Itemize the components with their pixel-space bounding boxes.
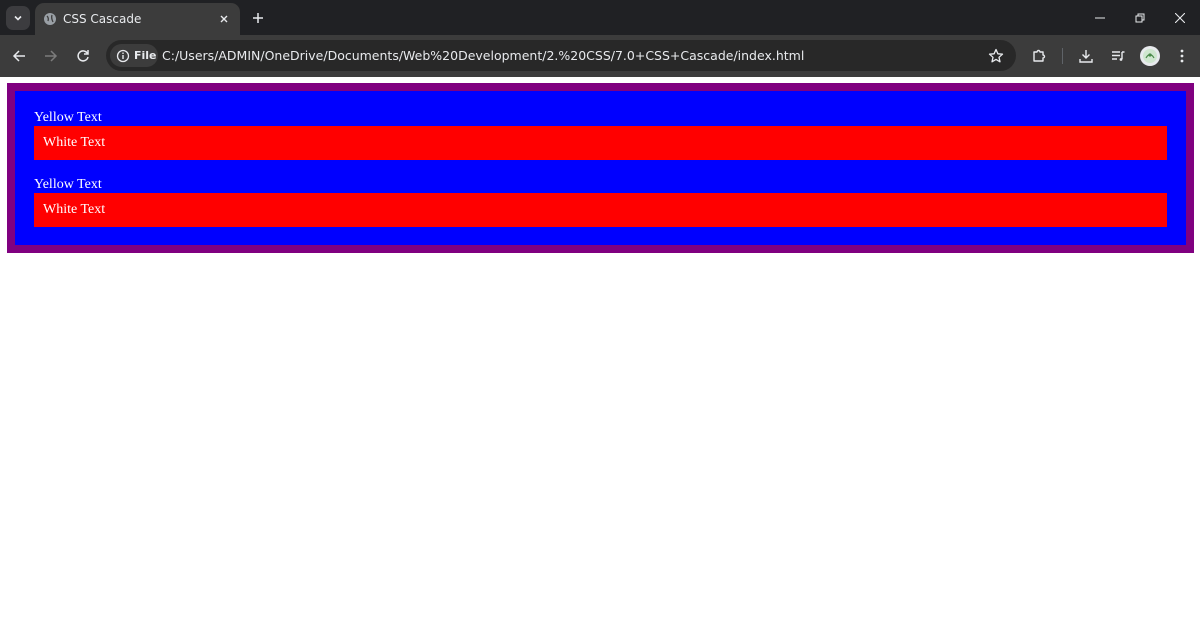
avatar-icon [1143,49,1157,63]
back-button[interactable] [9,46,29,66]
arrow-right-icon [45,50,58,62]
menu-button[interactable] [1172,46,1192,66]
browser-toolbar: File C:/Users/ADMIN/OneDrive/Documents/W… [0,35,1200,77]
puzzle-icon [1033,49,1046,62]
tab-search-button[interactable] [6,6,30,30]
playlist-icon [1112,51,1125,61]
address-bar[interactable]: File C:/Users/ADMIN/OneDrive/Documents/W… [106,40,1016,71]
yellow-text-label-2: Yellow Text [34,177,102,192]
site-info-chip[interactable]: File [110,44,158,67]
extensions-button[interactable] [1029,46,1049,66]
tab-title: CSS Cascade [63,12,142,26]
plus-icon [253,13,263,23]
globe-icon [43,12,57,26]
white-text-2: White Text [43,202,106,217]
white-text-1: White Text [43,135,106,150]
close-icon [1175,13,1185,23]
arrow-left-icon [12,50,25,62]
new-tab-button[interactable] [249,9,267,27]
profile-avatar[interactable] [1140,46,1160,66]
bookmark-button[interactable] [986,46,1006,66]
forward-button[interactable] [41,46,61,66]
kebab-menu-icon [1180,49,1184,63]
close-tab-icon[interactable] [216,11,232,27]
reload-button[interactable] [73,46,93,66]
minimize-icon [1095,17,1105,19]
page-viewport: Yellow Text White Text Yellow Text White… [0,77,1200,631]
red-box-1: White Text [34,126,1167,160]
close-window-button[interactable] [1170,8,1190,28]
minimize-button[interactable] [1090,8,1110,28]
downloads-button[interactable] [1076,46,1096,66]
star-icon [988,48,1004,63]
toolbar-divider [1062,48,1063,64]
media-controls-button[interactable] [1108,46,1128,66]
restore-button[interactable] [1130,8,1150,28]
chevron-down-icon [14,15,22,21]
outer-purple-box: Yellow Text White Text Yellow Text White… [7,83,1194,253]
red-box-2: White Text [34,193,1167,227]
reload-icon [77,50,89,62]
url-text[interactable]: C:/Users/ADMIN/OneDrive/Documents/Web%20… [162,48,804,63]
download-icon [1079,50,1093,63]
restore-icon [1135,13,1145,23]
tab-strip: CSS Cascade [0,0,1200,35]
yellow-text-label-1: Yellow Text [34,110,102,125]
tab-active[interactable]: CSS Cascade [35,3,240,35]
site-chip-label: File [134,49,157,62]
browser-chrome: CSS Cascade File C:/Users/ADMIN/OneDrive… [0,0,1200,77]
inner-blue-box: Yellow Text White Text Yellow Text White… [15,91,1186,245]
info-icon [116,49,130,63]
